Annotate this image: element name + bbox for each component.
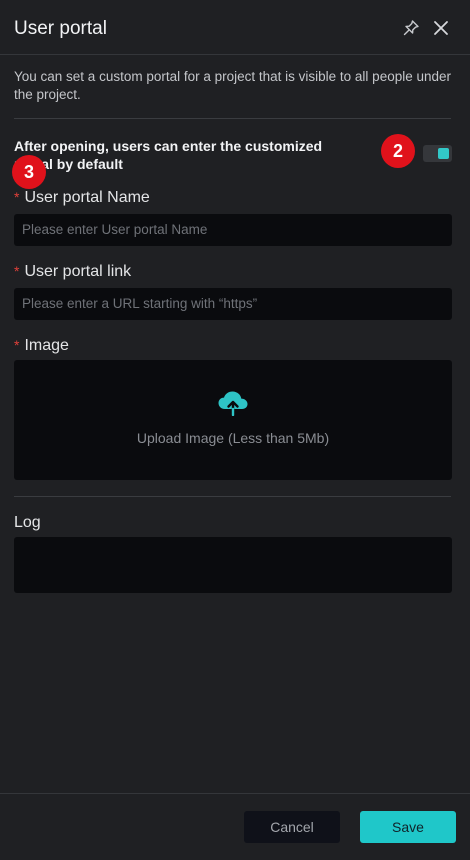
panel-title: User portal [14, 18, 107, 39]
toggle-knob [438, 148, 449, 159]
default-portal-toggle-label: After opening, users can enter the custo… [14, 138, 323, 172]
portal-description: You can set a custom portal for a projec… [14, 69, 452, 102]
step-badge-3: 3 [12, 155, 46, 189]
default-portal-toggle[interactable] [423, 145, 452, 162]
required-mark: * [14, 337, 20, 353]
portal-name-label: * User portal Name [14, 189, 150, 207]
portal-link-input[interactable] [14, 288, 452, 320]
step-badge-2: 2 [381, 134, 415, 168]
image-label: * Image [14, 337, 69, 355]
portal-link-label: * User portal link [14, 263, 131, 281]
required-mark: * [14, 263, 20, 279]
required-mark: * [14, 189, 20, 205]
footer-divider [0, 793, 470, 794]
upload-hint: Upload Image (Less than 5Mb) [136, 430, 330, 446]
image-upload-area[interactable]: Upload Image (Less than 5Mb) [14, 360, 452, 480]
portal-name-label-text: User portal Name [24, 189, 150, 206]
cancel-button[interactable]: Cancel [244, 811, 340, 843]
save-button[interactable]: Save [360, 811, 456, 843]
pin-icon[interactable] [400, 17, 422, 39]
user-portal-panel: User portal You can set a custom portal … [0, 0, 470, 860]
cloud-upload-icon [217, 390, 249, 417]
image-label-text: Image [24, 337, 69, 354]
section-divider [14, 496, 451, 497]
log-label: Log [14, 514, 41, 531]
section-divider [14, 118, 451, 119]
panel-header: User portal [0, 0, 470, 55]
close-icon[interactable] [430, 17, 452, 39]
portal-name-input[interactable] [14, 214, 452, 246]
log-field[interactable] [14, 537, 452, 593]
portal-link-label-text: User portal link [24, 263, 132, 280]
